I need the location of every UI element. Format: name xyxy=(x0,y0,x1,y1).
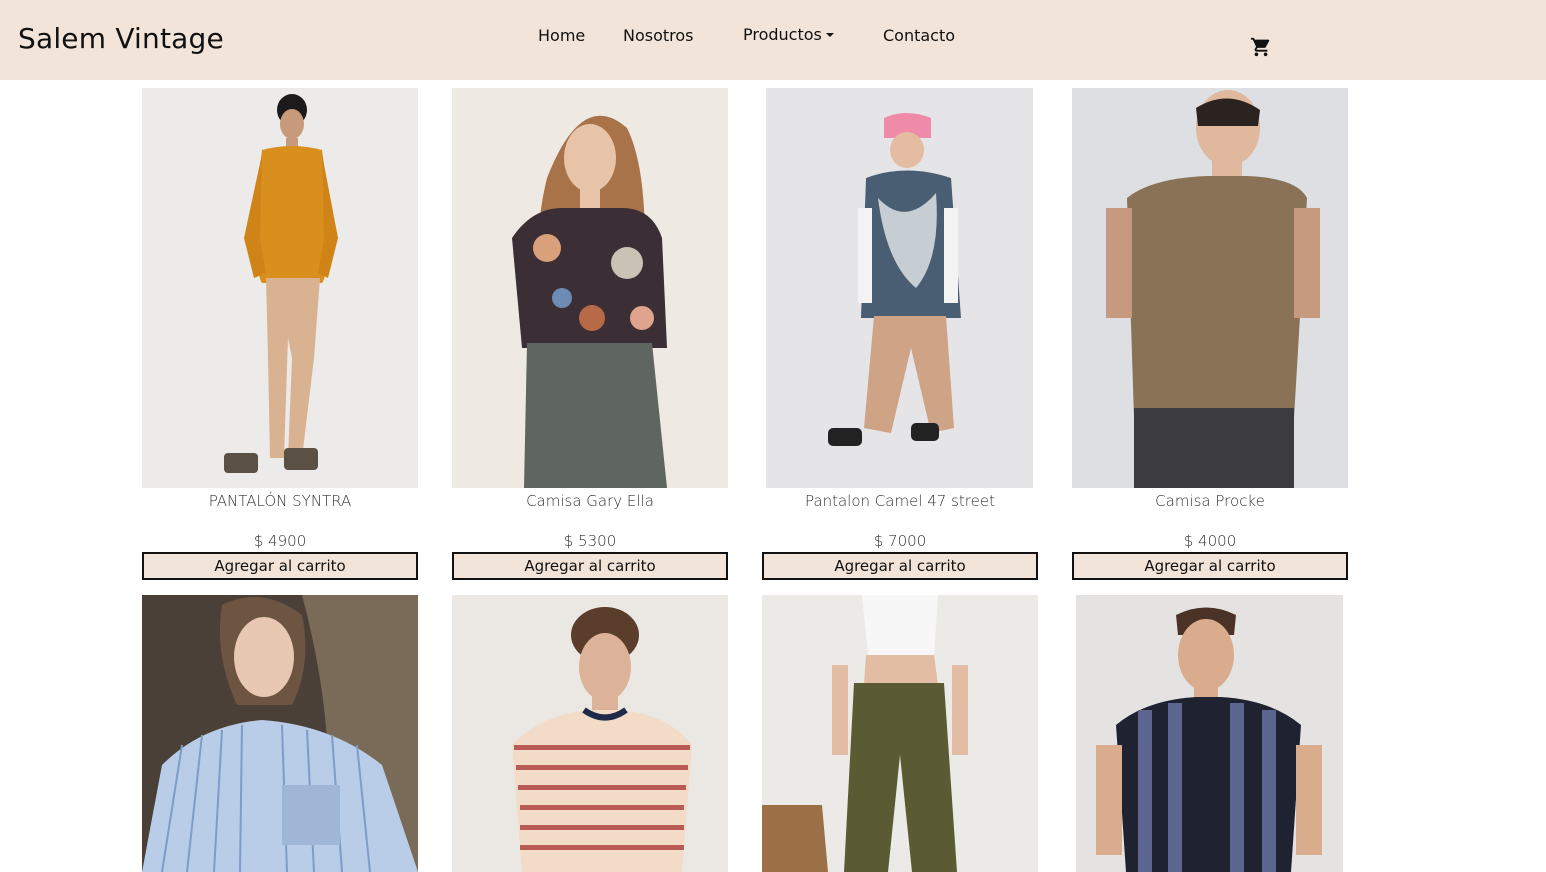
product-photo xyxy=(452,88,728,488)
product-photo xyxy=(142,595,418,872)
product-price: $ 7000 xyxy=(873,532,927,550)
product-name: Pantalon Camel 47 street xyxy=(805,492,995,510)
product-image[interactable] xyxy=(142,88,418,488)
nav-about-link[interactable]: Nosotros xyxy=(623,26,694,45)
add-to-cart-button[interactable]: Agregar al carrito xyxy=(142,552,418,580)
product-image[interactable] xyxy=(142,595,418,872)
nav-contact-link[interactable]: Contacto xyxy=(883,26,955,45)
product-photo xyxy=(766,88,1033,488)
product-name: PANTALÓN SYNTRA xyxy=(208,492,352,510)
product-price: $ 5300 xyxy=(563,532,617,550)
product-image[interactable] xyxy=(766,88,1033,488)
product-image[interactable] xyxy=(1072,88,1348,488)
brand-logo[interactable]: Salem Vintage xyxy=(18,22,224,55)
nav-products-dropdown[interactable]: Productos xyxy=(743,25,834,44)
product-image[interactable] xyxy=(1076,595,1343,872)
nav-products-label: Productos xyxy=(743,25,822,44)
product-photo xyxy=(762,595,1038,872)
product-price: $ 4900 xyxy=(253,532,307,550)
product-image[interactable] xyxy=(452,595,728,872)
product-name: Camisa Procke xyxy=(1155,492,1265,510)
product-photo xyxy=(452,595,728,872)
product-photo xyxy=(142,88,418,488)
product-name: Camisa Gary Ella xyxy=(526,492,654,510)
product-price: $ 4000 xyxy=(1183,532,1237,550)
product-image[interactable] xyxy=(762,595,1038,872)
navbar: Salem Vintage Home Nosotros Productos Co… xyxy=(0,0,1546,80)
nav-home-link[interactable]: Home xyxy=(538,26,585,45)
product-photo xyxy=(1072,88,1348,488)
add-to-cart-button[interactable]: Agregar al carrito xyxy=(1072,552,1348,580)
shopping-cart-icon[interactable] xyxy=(1250,36,1272,58)
caret-down-icon xyxy=(825,33,834,37)
add-to-cart-button[interactable]: Agregar al carrito xyxy=(762,552,1038,580)
product-photo xyxy=(1076,595,1343,872)
product-image[interactable] xyxy=(452,88,728,488)
add-to-cart-button[interactable]: Agregar al carrito xyxy=(452,552,728,580)
